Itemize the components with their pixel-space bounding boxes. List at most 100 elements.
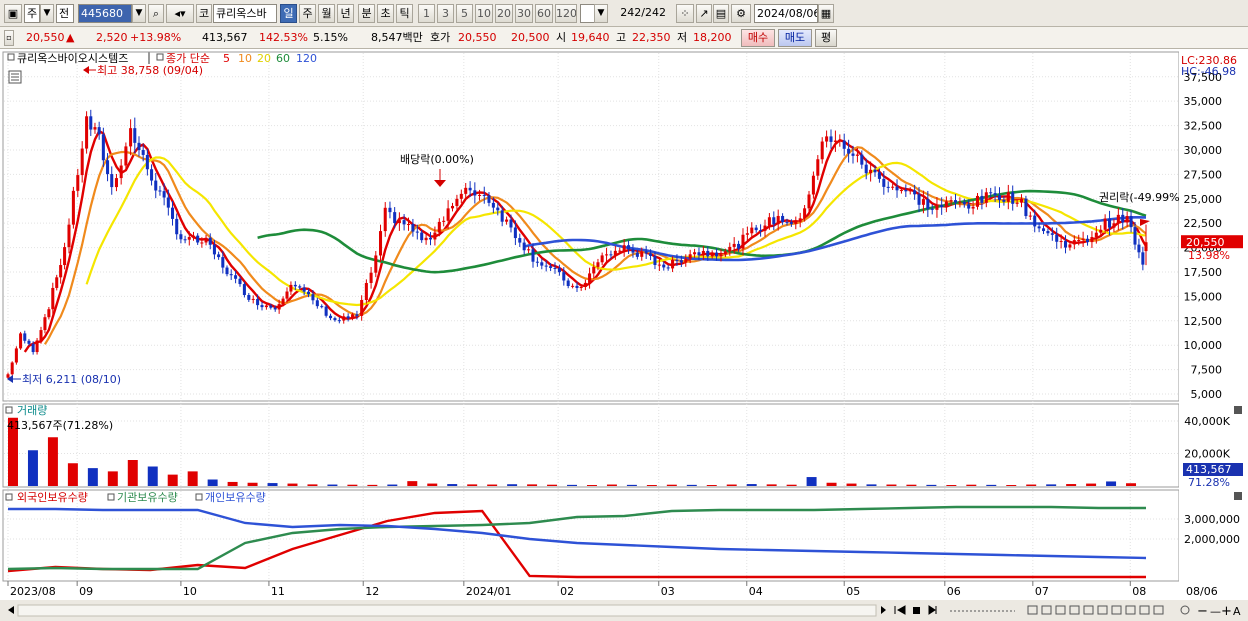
market-select[interactable]: 주 xyxy=(24,4,40,23)
stock-code-input[interactable]: 445680 xyxy=(78,4,132,23)
zoom-out-icon[interactable]: − xyxy=(1197,604,1208,619)
period-minute-button[interactable]: 분 xyxy=(358,4,375,23)
custom-period-dropdown-icon[interactable]: ▼ xyxy=(594,4,608,23)
legend-divider xyxy=(148,52,150,64)
period-month-button[interactable]: 월 xyxy=(318,4,335,23)
candle-body xyxy=(653,255,657,266)
candle-body xyxy=(785,222,789,224)
candle-body xyxy=(145,154,149,170)
candle-body xyxy=(59,265,63,278)
rights-annotation: 권리락(-49.99% xyxy=(1099,191,1180,204)
code-dropdown-icon[interactable]: ▼ xyxy=(132,4,146,23)
save-icon[interactable]: ▤ xyxy=(713,4,729,23)
period-week-button[interactable]: 주 xyxy=(299,4,316,23)
font-size-icon[interactable]: A xyxy=(1233,605,1241,618)
search-icon[interactable]: ⌕ xyxy=(148,4,164,23)
candle-body xyxy=(882,178,886,187)
candle-body xyxy=(962,202,966,205)
volume-close-icon[interactable] xyxy=(1234,406,1242,414)
mult-30-button[interactable]: 30 xyxy=(515,4,533,23)
candle-body xyxy=(411,224,415,232)
candle-body xyxy=(212,244,216,255)
category-button[interactable]: 코 xyxy=(196,4,212,23)
period-year-button[interactable]: 년 xyxy=(337,4,354,23)
candle-body xyxy=(200,242,204,244)
candle-body xyxy=(613,250,617,255)
candle-body xyxy=(67,224,71,248)
holdings-close-icon[interactable] xyxy=(1234,492,1242,500)
speaker-icon[interactable]: ◂▾ xyxy=(166,4,194,23)
candle-body xyxy=(27,340,31,344)
collapse-icon[interactable]: ▫ xyxy=(4,30,14,46)
candle-body xyxy=(873,169,877,173)
candle-body xyxy=(935,205,939,210)
volume-bar xyxy=(786,484,797,486)
mult-120-button[interactable]: 120 xyxy=(555,4,577,23)
prev-button[interactable]: 전 xyxy=(56,4,74,23)
buy-button[interactable]: 매수 xyxy=(741,29,775,47)
date-tick-label: 2023/08 xyxy=(10,585,56,598)
candle-body xyxy=(627,245,631,250)
price-tick-label: 7,500 xyxy=(1191,364,1223,377)
candle-body xyxy=(701,250,705,256)
volume-bar xyxy=(547,484,558,486)
scrollbar-track[interactable] xyxy=(17,604,877,617)
candle-body xyxy=(10,362,14,375)
zoom-in-icon[interactable]: + xyxy=(1221,604,1232,619)
mult-10-button[interactable]: 10 xyxy=(475,4,493,23)
volume-bar xyxy=(806,477,817,486)
period-second-button[interactable]: 초 xyxy=(377,4,394,23)
stop-icon[interactable] xyxy=(913,607,920,614)
candle-body xyxy=(273,307,277,310)
candle-body xyxy=(697,252,701,256)
window-menu-button[interactable]: ▣ xyxy=(4,4,22,23)
price-tick-label: 27,500 xyxy=(1184,168,1223,181)
price-tick-label: 15,000 xyxy=(1184,290,1223,303)
candle-body xyxy=(221,257,225,268)
candle-body xyxy=(803,208,807,219)
mult-5-button[interactable]: 5 xyxy=(456,4,473,23)
candle-body xyxy=(671,259,675,269)
sell-button[interactable]: 매도 xyxy=(778,29,812,47)
mult-3-button[interactable]: 3 xyxy=(437,4,454,23)
candle-body xyxy=(1133,227,1137,245)
market-dropdown-icon[interactable]: ▼ xyxy=(40,4,54,23)
candle-body xyxy=(1112,223,1116,228)
candle-body xyxy=(679,260,683,263)
candle-body xyxy=(1024,198,1028,217)
draw-tool-icon[interactable]: ↗ xyxy=(696,4,712,23)
period-tick-button[interactable]: 틱 xyxy=(396,4,413,23)
candle-body xyxy=(76,175,80,191)
candle-body xyxy=(640,251,644,257)
candle-body xyxy=(19,333,23,349)
candle-body xyxy=(97,127,101,135)
period-day-button[interactable]: 일 xyxy=(280,4,297,23)
candle-body xyxy=(293,284,297,287)
volume-tick-label: 20,000K xyxy=(1184,448,1230,461)
mult-60-button[interactable]: 60 xyxy=(535,4,553,23)
candle-body xyxy=(51,287,55,310)
date-input[interactable]: 2024/08/06 xyxy=(754,4,818,23)
candle-body xyxy=(971,206,975,209)
grid-icon[interactable]: ⁘ xyxy=(676,4,694,23)
volume-tag-pct: 71.28% xyxy=(1188,476,1230,489)
low-price: 18,200 xyxy=(693,31,732,44)
mult-1-button[interactable]: 1 xyxy=(418,4,435,23)
bid-price: 20,500 xyxy=(511,31,550,44)
calendar-icon[interactable]: ▦ xyxy=(818,4,834,23)
candle-body xyxy=(1064,241,1068,248)
candle-body xyxy=(1015,202,1019,204)
candle-body xyxy=(509,219,513,228)
zoom-reset-icon[interactable]: — xyxy=(1210,605,1221,618)
candle-body xyxy=(527,249,531,251)
candle-body xyxy=(229,274,233,276)
gear-icon[interactable]: ⚙ xyxy=(731,4,751,23)
candle-body xyxy=(1144,242,1148,252)
mult-20-button[interactable]: 20 xyxy=(495,4,513,23)
candle-body xyxy=(1002,199,1006,202)
candle-body xyxy=(600,255,604,263)
candle-body xyxy=(750,227,754,234)
price-tick-label: 17,500 xyxy=(1184,266,1223,279)
avg-button[interactable]: 평 xyxy=(815,29,837,47)
candle-body xyxy=(446,208,450,221)
